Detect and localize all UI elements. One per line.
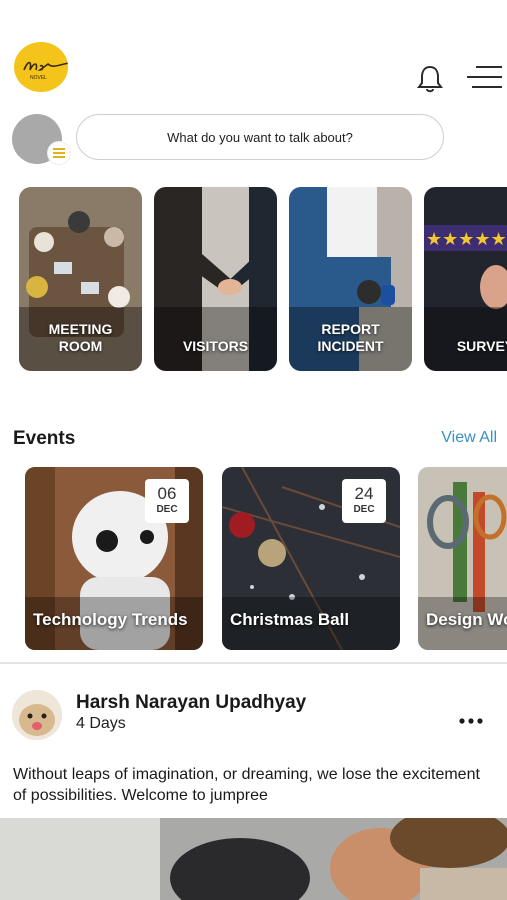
post-image[interactable]: [0, 818, 507, 900]
event-card-technology-trends[interactable]: 06 DEC Technology Trends: [25, 467, 203, 650]
event-month: DEC: [353, 504, 375, 515]
event-day: 24: [354, 484, 374, 503]
svg-text:★★★★★: ★★★★★: [426, 229, 507, 250]
bell-icon[interactable]: [416, 64, 444, 94]
quick-action-report-incident[interactable]: REPORT INCIDENT: [289, 187, 412, 371]
quick-action-visitors[interactable]: VISITORS: [154, 187, 277, 371]
author-avatar[interactable]: [12, 690, 62, 740]
post-author-name[interactable]: Harsh Narayan Upadhyay: [76, 692, 306, 714]
post-time-ago: 4 Days: [76, 715, 126, 732]
events-heading: Events: [13, 428, 76, 449]
list-icon: [48, 142, 70, 164]
quick-action-survey[interactable]: ★★★★★ SURVEY: [424, 187, 507, 371]
brand-logo[interactable]: NOVEL: [14, 42, 68, 92]
quick-action-label: VISITORS: [182, 338, 249, 354]
event-date-badge: 06 DEC: [145, 479, 189, 523]
quick-action-label: SURVEY: [456, 338, 507, 354]
event-month: DEC: [156, 504, 178, 515]
more-options-icon[interactable]: [458, 714, 484, 728]
event-date-badge: 24 DEC: [342, 479, 386, 523]
svg-text:NOVEL: NOVEL: [30, 75, 47, 81]
quick-action-meeting-room[interactable]: MEETING ROOM: [19, 187, 142, 371]
event-title: Technology Trends: [33, 610, 188, 629]
user-avatar[interactable]: [12, 114, 70, 170]
post-body-text: Without leaps of imagination, or dreamin…: [13, 766, 480, 804]
quick-action-label: MEETING ROOM: [48, 321, 113, 354]
section-divider: [0, 662, 507, 664]
event-card-christmas-ball[interactable]: 24 DEC Christmas Ball: [222, 467, 400, 650]
composer-placeholder: What do you want to talk about?: [167, 129, 353, 145]
post-composer-input[interactable]: What do you want to talk about?: [76, 114, 444, 160]
hamburger-menu-icon[interactable]: [464, 64, 504, 92]
event-card-design-workshop[interactable]: Design Wo: [418, 467, 507, 650]
event-title: Design Wo: [426, 610, 507, 629]
view-all-link[interactable]: View All: [441, 429, 497, 447]
event-day: 06: [157, 484, 177, 503]
event-title: Christmas Ball: [230, 610, 350, 629]
quick-action-label: REPORT INCIDENT: [317, 321, 384, 354]
